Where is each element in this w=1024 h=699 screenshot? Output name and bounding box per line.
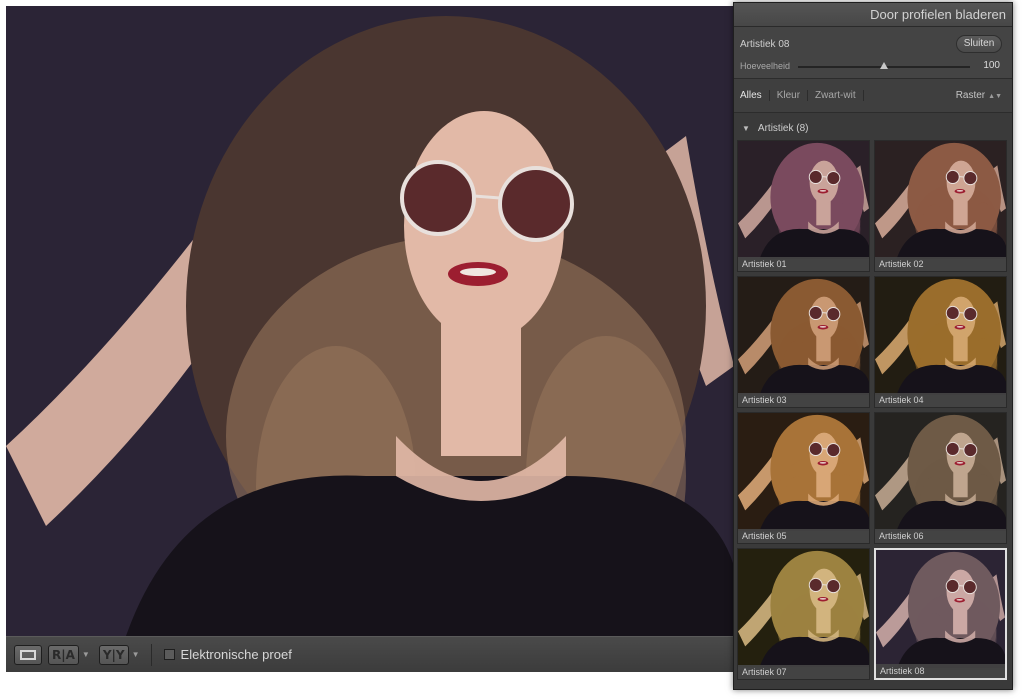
profile-thumbnail[interactable]: Artistiek 06 xyxy=(874,412,1007,544)
profile-amount-row: Artistiek 08 Sluiten Hoeveelheid 100 xyxy=(734,27,1012,79)
profile-thumbnail[interactable]: Artistiek 04 xyxy=(874,276,1007,408)
tab-alles[interactable]: Alles xyxy=(740,90,770,101)
softproof-checkbox[interactable] xyxy=(163,649,175,660)
tab-zwart-wit[interactable]: Zwart-wit xyxy=(808,90,864,101)
filter-tabs: Alles Kleur Zwart-wit Raster ▲▼ xyxy=(734,79,1012,113)
profile-thumbnail-label: Artistiek 05 xyxy=(738,529,869,543)
amount-value[interactable]: 100 xyxy=(983,60,1000,71)
thumb-portrait-figure xyxy=(738,413,869,531)
main-portrait-figure xyxy=(6,6,734,636)
amount-label: Hoeveelheid xyxy=(740,61,791,71)
profile-thumbnail-image xyxy=(738,413,869,531)
profile-thumbnail-label: Artistiek 04 xyxy=(875,393,1006,407)
disclosure-triangle-icon[interactable]: ▼ xyxy=(742,124,750,133)
panel-title: Door profielen bladeren xyxy=(734,3,1012,27)
profile-thumbnail[interactable]: Artistiek 01 xyxy=(737,140,870,272)
group-label: Artistiek (8) xyxy=(757,122,809,134)
chevron-down-icon[interactable]: ▼ xyxy=(132,650,140,659)
bottom-toolbar: R|A ▼ Y|Y ▼ Elektronische proef xyxy=(6,636,734,672)
before-after-left-right-button[interactable]: R|A xyxy=(48,644,79,665)
loupe-view-icon xyxy=(20,649,36,660)
profile-thumbnail-image xyxy=(738,549,869,667)
profile-thumbnail-image xyxy=(875,277,1006,395)
thumb-portrait-figure xyxy=(875,277,1006,395)
profile-thumbnail-image xyxy=(738,141,869,259)
profile-name: Artistiek 08 xyxy=(740,39,790,50)
profile-thumbnail-label: Artistiek 06 xyxy=(875,529,1006,543)
profile-thumbnail-label: Artistiek 07 xyxy=(738,665,869,679)
view-mode-select[interactable]: Raster ▲▼ xyxy=(956,90,1002,101)
updown-arrow-icon: ▲▼ xyxy=(988,93,1002,100)
profile-thumbnail[interactable]: Artistiek 07 xyxy=(737,548,870,680)
profile-thumbnail[interactable]: Artistiek 08 xyxy=(874,548,1007,680)
chevron-down-icon[interactable]: ▼ xyxy=(82,650,90,659)
profile-thumbnail-grid: Artistiek 01 Artistiek 02 Artistiek 03 Arti… xyxy=(737,140,1009,680)
profile-thumbnail-image xyxy=(876,550,1005,668)
amount-slider[interactable] xyxy=(798,62,970,69)
view-mode-label: Raster xyxy=(955,90,986,101)
profile-thumbnail-image xyxy=(738,277,869,395)
thumb-portrait-figure xyxy=(738,141,869,259)
tab-kleur[interactable]: Kleur xyxy=(770,90,809,101)
portrait-photo xyxy=(6,6,734,636)
thumb-portrait-figure xyxy=(738,549,869,667)
profile-browser-panel: Door profielen bladeren Artistiek 08 Slu… xyxy=(733,2,1013,690)
thumb-portrait-figure xyxy=(875,413,1006,531)
group-header-artistiek[interactable]: ▼ Artistiek (8) xyxy=(734,115,1012,141)
profile-thumbnail-label: Artistiek 01 xyxy=(738,257,869,271)
main-photo-preview[interactable] xyxy=(6,6,734,636)
profile-thumbnail-label: Artistiek 08 xyxy=(876,664,1005,678)
profile-thumbnail-label: Artistiek 02 xyxy=(875,257,1006,271)
thumb-portrait-figure xyxy=(875,141,1006,259)
toolbar-divider xyxy=(150,643,152,666)
profile-thumbnail-image xyxy=(875,413,1006,531)
profile-thumbnail[interactable]: Artistiek 05 xyxy=(737,412,870,544)
before-after-top-bottom-button[interactable]: Y|Y xyxy=(98,644,129,665)
profile-thumbnail[interactable]: Artistiek 03 xyxy=(737,276,870,408)
profile-thumbnail-image xyxy=(875,141,1006,259)
thumb-portrait-figure xyxy=(738,277,869,395)
softproof-label: Elektronische proef xyxy=(180,647,292,662)
thumb-portrait-figure xyxy=(876,550,1005,668)
close-button[interactable]: Sluiten xyxy=(956,35,1002,53)
loupe-view-button[interactable] xyxy=(14,644,42,665)
profile-thumbnail[interactable]: Artistiek 02 xyxy=(874,140,1007,272)
amount-slider-handle[interactable] xyxy=(880,62,888,69)
profile-thumbnail-label: Artistiek 03 xyxy=(738,393,869,407)
